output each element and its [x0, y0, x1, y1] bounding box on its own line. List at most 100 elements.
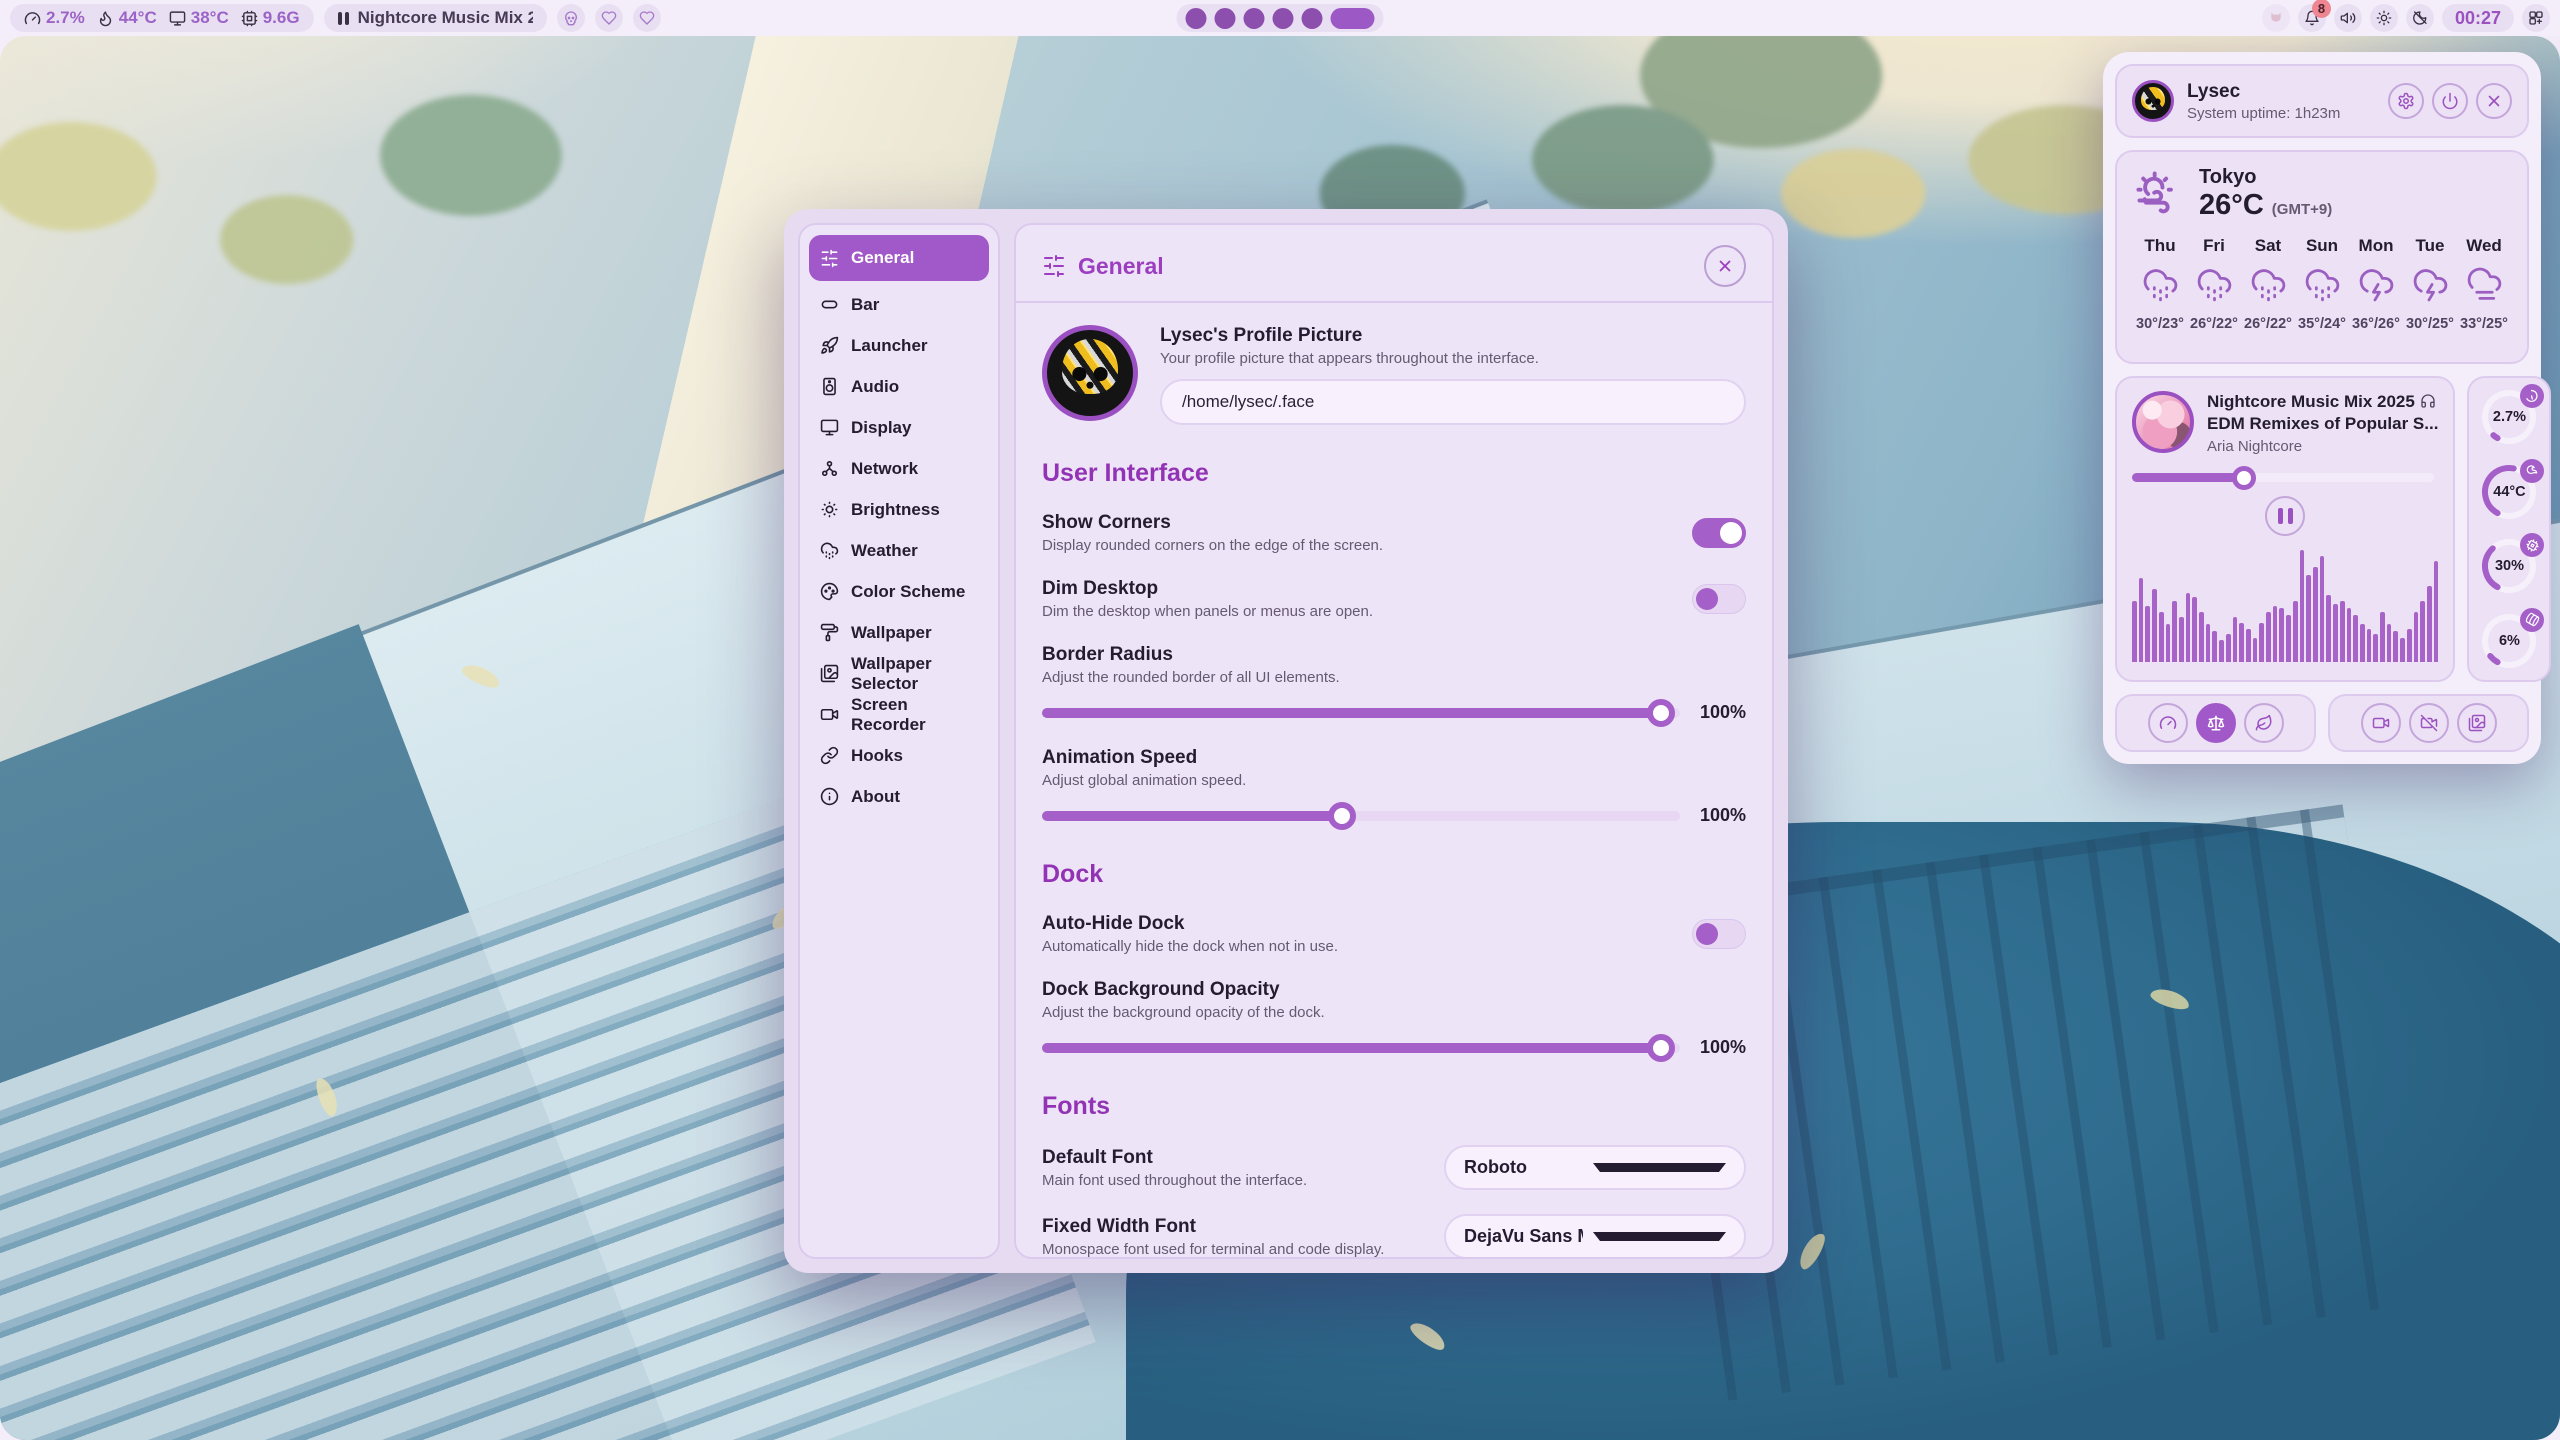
- network-icon: [820, 459, 839, 478]
- heart-button-2[interactable]: [633, 4, 661, 32]
- control-center-panel: Lysec System uptime: 1h23m Tokyo 26°C (G…: [2103, 52, 2541, 764]
- night-light-button[interactable]: [2406, 4, 2434, 32]
- cat-app-icon: [2268, 10, 2284, 26]
- setting-row-default-font: Default Font Main font used throughout t…: [1042, 1145, 1746, 1190]
- slider-handle[interactable]: [1647, 1034, 1675, 1062]
- settings-sidebar: General Bar Launcher Audio Display Netwo…: [798, 223, 1000, 1259]
- settings-window: General Bar Launcher Audio Display Netwo…: [784, 209, 1788, 1273]
- sidebar-item-launcher[interactable]: Launcher: [809, 325, 989, 366]
- animation-speed-slider[interactable]: [1042, 811, 1680, 821]
- gpu-temp-stat: 38°C: [169, 8, 229, 28]
- gauge-icon: [2159, 714, 2177, 732]
- performance-profile-button[interactable]: [2148, 703, 2188, 743]
- close-panel-button[interactable]: [2476, 83, 2512, 119]
- settings-content: General Lysec's Profile Picture Your pro…: [1014, 223, 1774, 1259]
- slider-handle[interactable]: [2232, 466, 2256, 490]
- forecast-day: Tue 30°/25°: [2403, 236, 2457, 332]
- rocket-icon: [820, 336, 839, 355]
- sidebar-item-color-scheme[interactable]: Color Scheme: [809, 571, 989, 612]
- show-corners-toggle[interactable]: [1692, 518, 1746, 548]
- speaker-icon: [2340, 10, 2356, 26]
- dim-desktop-toggle[interactable]: [1692, 584, 1746, 614]
- media-title: Nightcore Music Mix 20...: [358, 8, 533, 28]
- track-artist: Aria Nightcore: [2207, 438, 2438, 455]
- chevron-down-icon: [1593, 1163, 1726, 1172]
- sidebar-item-screen-recorder[interactable]: Screen Recorder: [809, 694, 989, 735]
- link-icon: [820, 746, 839, 765]
- brightness-button[interactable]: [2370, 4, 2398, 32]
- sidebar-item-bar[interactable]: Bar: [809, 284, 989, 325]
- dock-opacity-slider[interactable]: [1042, 1043, 1680, 1053]
- sidebar-item-general[interactable]: General: [809, 235, 989, 281]
- clock[interactable]: 00:27: [2442, 4, 2514, 32]
- system-stats-module[interactable]: 2.7% 44°C 38°C 9.6G: [10, 4, 314, 32]
- auto-hide-dock-toggle[interactable]: [1692, 919, 1746, 949]
- widgets-button[interactable]: [2522, 4, 2550, 32]
- ghost-button[interactable]: [557, 4, 585, 32]
- sidebar-item-hooks[interactable]: Hooks: [809, 735, 989, 776]
- images-icon: [820, 664, 839, 683]
- workspace-dot-active[interactable]: [1331, 8, 1375, 29]
- images-icon: [2468, 714, 2486, 732]
- cloud-lightning-icon: [2412, 266, 2449, 303]
- close-button[interactable]: [1704, 245, 1746, 287]
- audio-visualizer: [2132, 550, 2438, 662]
- weather-timezone: (GMT+9): [2272, 201, 2332, 218]
- workspace-dot[interactable]: [1302, 8, 1323, 29]
- screen-record-off-button[interactable]: [2409, 703, 2449, 743]
- sidebar-item-wallpaper-selector[interactable]: Wallpaper Selector: [809, 653, 989, 694]
- track-progress-slider[interactable]: [2132, 473, 2434, 482]
- balanced-profile-button[interactable]: [2196, 703, 2236, 743]
- settings-button[interactable]: [2388, 83, 2424, 119]
- notifications-button[interactable]: 8: [2298, 4, 2326, 32]
- forecast-day: Wed 33°/25°: [2457, 236, 2511, 332]
- workspace-dot[interactable]: [1186, 8, 1207, 29]
- sliders-icon: [820, 249, 839, 268]
- volume-button[interactable]: [2334, 4, 2362, 32]
- speaker-box-icon: [820, 377, 839, 396]
- video-icon: [820, 705, 839, 724]
- profile-path-input[interactable]: [1160, 379, 1746, 425]
- display-icon: [169, 10, 186, 27]
- slider-handle[interactable]: [1328, 802, 1356, 830]
- tray-app-icon[interactable]: [2262, 4, 2290, 32]
- workspace-indicator[interactable]: [1177, 4, 1384, 32]
- sun-icon: [820, 500, 839, 519]
- setting-row-show-corners: Show Corners Display rounded corners on …: [1042, 512, 1746, 554]
- power-saver-profile-button[interactable]: [2244, 703, 2284, 743]
- power-button[interactable]: [2432, 83, 2468, 119]
- border-radius-slider[interactable]: [1042, 708, 1680, 718]
- weather-temperature: 26°C: [2199, 189, 2264, 222]
- system-gauges-card: 2.7% 44°C 30% 6%: [2467, 376, 2551, 682]
- heart-button-1[interactable]: [595, 4, 623, 32]
- sidebar-item-about[interactable]: About: [809, 776, 989, 817]
- sidebar-item-audio[interactable]: Audio: [809, 366, 989, 407]
- power-profile-card: [2115, 694, 2316, 752]
- wallpaper-selector-button[interactable]: [2457, 703, 2497, 743]
- disk-gauge: 6%: [2480, 612, 2538, 670]
- sidebar-item-network[interactable]: Network: [809, 448, 989, 489]
- sidebar-item-brightness[interactable]: Brightness: [809, 489, 989, 530]
- default-font-dropdown[interactable]: Roboto: [1444, 1145, 1746, 1190]
- pause-button[interactable]: [2265, 496, 2305, 536]
- setting-row-animation-speed: Animation Speed Adjust global animation …: [1042, 747, 1746, 826]
- sidebar-item-wallpaper[interactable]: Wallpaper: [809, 612, 989, 653]
- cpu-temp-stat: 44°C: [97, 8, 157, 28]
- media-player-module[interactable]: Nightcore Music Mix 20...: [324, 4, 547, 32]
- paint-roller-icon: [820, 623, 839, 642]
- sidebar-item-weather[interactable]: Weather: [809, 530, 989, 571]
- album-art: [2132, 391, 2194, 453]
- heart-icon: [639, 10, 655, 26]
- profile-avatar[interactable]: [1042, 325, 1138, 421]
- slider-handle[interactable]: [1647, 699, 1675, 727]
- forecast-day: Mon 36°/26°: [2349, 236, 2403, 332]
- sidebar-item-display[interactable]: Display: [809, 407, 989, 448]
- workspace-dot[interactable]: [1273, 8, 1294, 29]
- top-bar: 2.7% 44°C 38°C 9.6G Nightcore Music Mix …: [0, 0, 2560, 36]
- pause-icon: [2278, 508, 2293, 524]
- workspace-dot[interactable]: [1215, 8, 1236, 29]
- workspace-dot[interactable]: [1244, 8, 1265, 29]
- setting-row-auto-hide-dock: Auto-Hide Dock Automatically hide the do…: [1042, 913, 1746, 955]
- screen-record-button[interactable]: [2361, 703, 2401, 743]
- fixed-font-dropdown[interactable]: DejaVu Sans Mono: [1444, 1214, 1746, 1259]
